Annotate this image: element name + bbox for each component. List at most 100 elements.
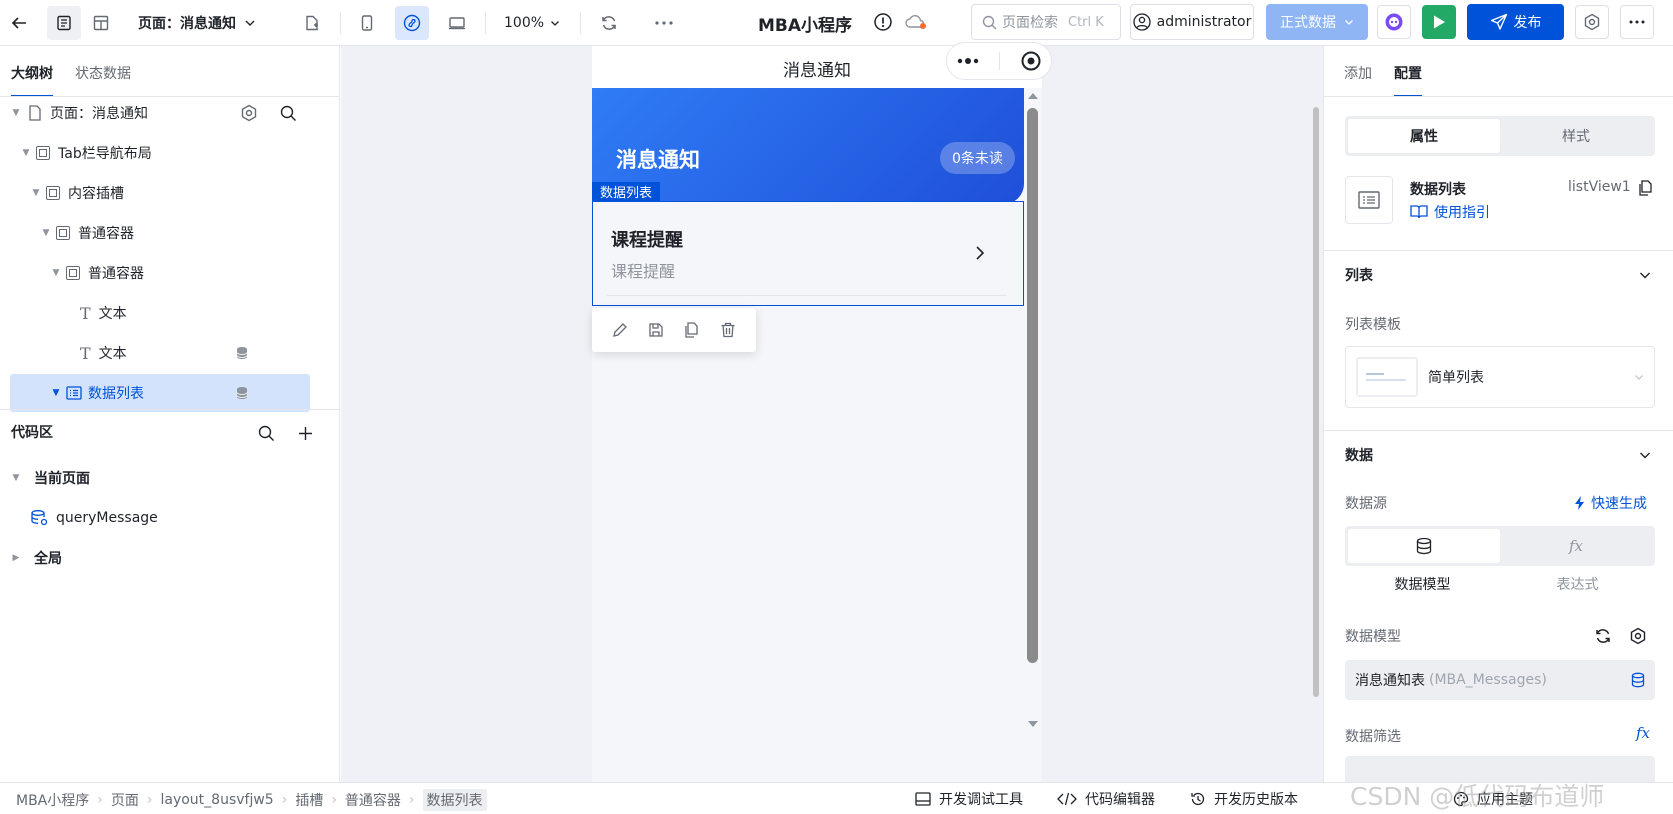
user-menu[interactable]: administrator — [1130, 4, 1254, 40]
breadcrumb-separator-icon: › — [331, 792, 337, 808]
debug-panel-icon — [915, 792, 931, 806]
model-select[interactable]: 消息通知表 (MBA_Messages) — [1345, 660, 1655, 700]
mobile-preview-icon[interactable] — [350, 6, 384, 40]
tree-node-text[interactable]: T 文本 — [10, 334, 310, 372]
ds-option-model-label: 数据模型 — [1394, 577, 1451, 593]
breadcrumb-item[interactable]: layout_8usvfjw5 — [160, 792, 273, 808]
tab-config[interactable]: 配置 — [1394, 63, 1422, 97]
tree-node-label: 普通容器 — [78, 226, 134, 242]
datasource-type-switch: fx — [1345, 526, 1655, 566]
scrollbar-thumb[interactable] — [1027, 108, 1038, 663]
canvas-scrollbar[interactable] — [1313, 107, 1319, 697]
env-selector[interactable]: 正式数据 — [1266, 4, 1368, 40]
scroll-down-icon[interactable] — [1027, 720, 1039, 728]
miniprogram-preview-icon[interactable] — [395, 6, 429, 40]
tab-outline[interactable]: 大纲树 — [11, 63, 53, 97]
unread-badge: 0条未读 — [940, 142, 1015, 174]
run-preview-button[interactable] — [1422, 5, 1456, 39]
model-settings-icon[interactable] — [1629, 627, 1647, 645]
history-button[interactable]: 开发历史版本 — [1190, 789, 1298, 809]
seg-styles[interactable]: 样式 — [1500, 119, 1652, 153]
copy-id-icon[interactable] — [1638, 180, 1653, 196]
template-label: 列表模板 — [1345, 317, 1401, 333]
add-page-icon[interactable] — [295, 6, 329, 40]
tree-node-text[interactable]: T 文本 — [10, 294, 310, 332]
quick-generate-link[interactable]: 快速生成 — [1574, 493, 1647, 513]
debug-tools-button[interactable]: 开发调试工具 — [915, 789, 1023, 809]
tree-search-icon[interactable] — [280, 105, 297, 122]
tree-node-label: 文本 — [98, 306, 127, 322]
refresh-icon[interactable] — [592, 6, 626, 40]
tree-node-content-slot[interactable]: ▼ 内容插槽 — [10, 174, 310, 212]
page-settings-icon[interactable] — [240, 104, 258, 122]
desktop-preview-icon[interactable] — [440, 6, 474, 40]
tree-node-page[interactable]: ▼ 页面：消息通知 — [10, 94, 310, 132]
ds-option-expression[interactable]: fx — [1500, 529, 1652, 563]
capsule-close-icon[interactable] — [1021, 51, 1041, 71]
warning-icon[interactable] — [873, 12, 893, 32]
tab-add[interactable]: 添加 — [1344, 63, 1372, 97]
code-search-icon[interactable] — [258, 425, 275, 442]
scroll-up-icon[interactable] — [1027, 92, 1039, 100]
copy-icon[interactable] — [684, 322, 700, 338]
query-item[interactable]: queryMessage — [10, 499, 310, 537]
model-code: (MBA_Messages) — [1429, 672, 1547, 688]
ds-option-expression-label: 表达式 — [1556, 577, 1599, 593]
settings-gear-icon[interactable] — [1575, 5, 1609, 39]
query-label: queryMessage — [56, 510, 158, 526]
current-page-group[interactable]: ▼ 当前页面 — [10, 459, 310, 497]
template-select[interactable]: 简单列表 — [1345, 346, 1655, 408]
more-menu-icon[interactable] — [1620, 5, 1654, 39]
layout-view-icon[interactable] — [84, 6, 118, 40]
more-icon[interactable] — [647, 6, 681, 40]
database-bind-icon — [236, 387, 248, 399]
publish-button[interactable]: 发布 — [1467, 4, 1564, 40]
filter-fx-icon[interactable]: fx — [1636, 724, 1650, 742]
ai-assistant-icon[interactable] — [1377, 5, 1411, 39]
save-icon[interactable] — [648, 322, 664, 338]
tab-state-data[interactable]: 状态数据 — [75, 63, 131, 97]
usage-guide-link[interactable]: 使用指引 — [1410, 202, 1490, 222]
breadcrumb-item[interactable]: 普通容器 — [345, 790, 401, 810]
page-view-icon[interactable] — [47, 6, 81, 40]
history-label: 开发历史版本 — [1214, 792, 1298, 808]
delete-icon[interactable] — [720, 322, 736, 338]
tree-node-container[interactable]: ▼ 普通容器 — [10, 254, 310, 292]
history-icon — [1191, 792, 1205, 806]
page-selector[interactable]: 页面：消息通知 — [138, 10, 256, 36]
seg-properties[interactable]: 属性 — [1348, 119, 1500, 153]
ds-option-model[interactable] — [1348, 529, 1500, 563]
zoom-selector[interactable]: 100% — [504, 10, 560, 36]
breadcrumb-item-current[interactable]: 数据列表 — [422, 789, 487, 811]
list-item-title: 课程提醒 — [611, 230, 683, 251]
breadcrumb-item[interactable]: MBA小程序 — [16, 790, 89, 810]
global-group[interactable]: ▶ 全局 — [10, 539, 310, 577]
edit-icon[interactable] — [612, 322, 628, 338]
left-tabs: 大纲树 状态数据 — [11, 63, 131, 97]
tree-node-container[interactable]: ▼ 普通容器 — [10, 214, 310, 252]
tree-node-data-list-selected[interactable]: ▼ 数据列表 — [10, 374, 310, 412]
code-editor-button[interactable]: 代码编辑器 — [1057, 789, 1155, 809]
refresh-model-icon[interactable] — [1594, 627, 1612, 645]
zoom-value: 100% — [504, 15, 545, 31]
back-arrow-icon[interactable] — [2, 6, 36, 40]
caret-down-icon: ▼ — [12, 108, 20, 118]
page-search-input[interactable]: 页面检索 Ctrl K — [971, 4, 1121, 40]
collapse-chevron-icon[interactable] — [1639, 270, 1651, 280]
right-tabs: 添加 配置 — [1344, 63, 1422, 97]
collapse-chevron-icon[interactable] — [1639, 450, 1651, 460]
capsule-more-icon[interactable] — [957, 58, 979, 64]
capsule-menu[interactable] — [946, 42, 1052, 80]
model-value: 消息通知表 — [1355, 673, 1425, 689]
chevron-down-icon — [1345, 20, 1353, 25]
phone-scrollbar[interactable] — [1024, 88, 1042, 782]
breadcrumb-item[interactable]: 页面 — [111, 790, 139, 810]
add-code-icon[interactable] — [298, 426, 313, 441]
list-section-title: 列表 — [1345, 268, 1373, 284]
chevron-down-icon — [245, 20, 255, 26]
cloud-sync-icon[interactable] — [904, 12, 928, 32]
user-name: administrator — [1156, 14, 1252, 30]
breadcrumb-item[interactable]: 插槽 — [295, 790, 323, 810]
data-list-selection[interactable]: 课程提醒 课程提醒 — [592, 201, 1024, 306]
tree-node-tab-layout[interactable]: ▼ Tab栏导航布局 — [10, 134, 310, 172]
